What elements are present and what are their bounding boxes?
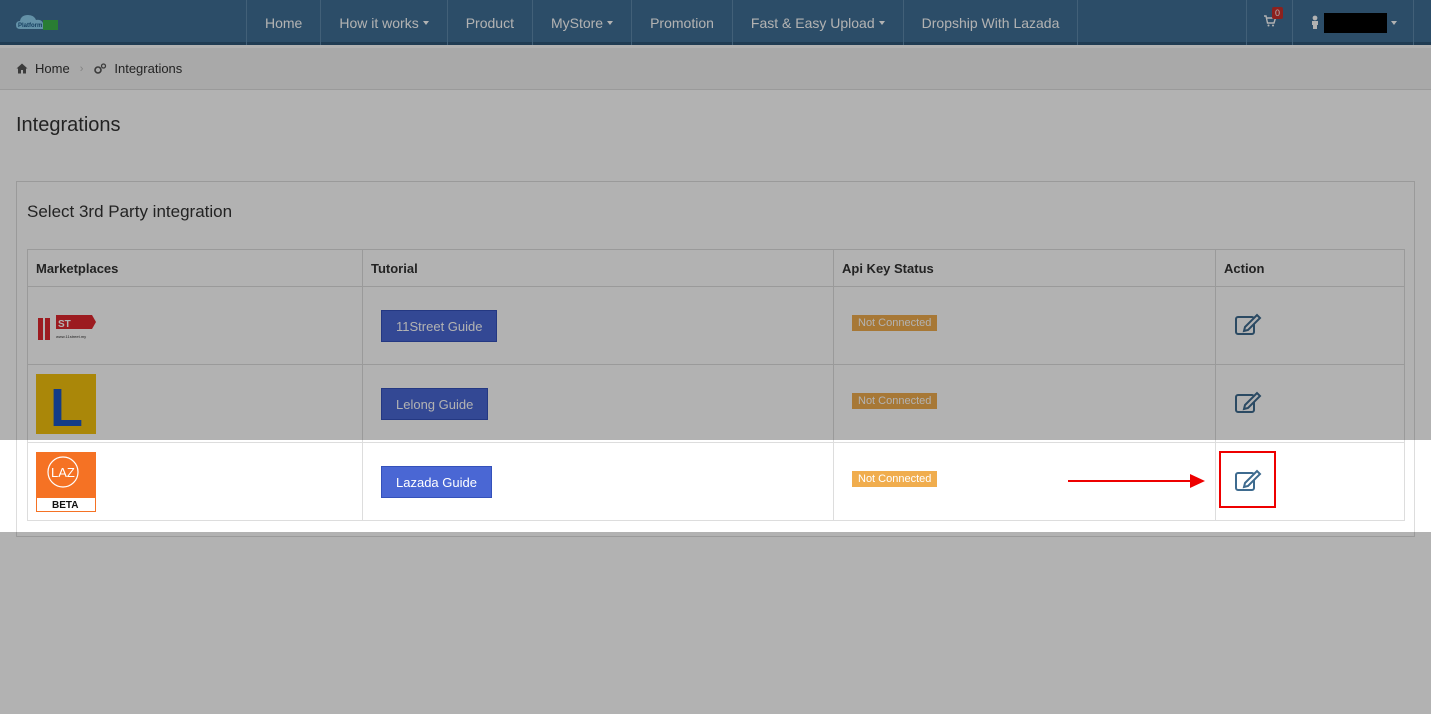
- lazada-logo-icon: LAZ BETA: [36, 451, 96, 512]
- breadcrumb: Home › Integrations: [0, 48, 1431, 90]
- nav-item-label: How it works: [339, 14, 419, 31]
- lelong-guide-button[interactable]: Lelong Guide: [381, 387, 489, 420]
- nav-item-label: Home: [265, 14, 303, 31]
- annotation-arrow-head-icon: [1190, 474, 1205, 488]
- cart-button[interactable]: 0: [1246, 0, 1293, 45]
- header-action: Action: [1215, 249, 1405, 287]
- nav-item-promotion[interactable]: Promotion: [631, 0, 732, 45]
- site-logo-icon[interactable]: Platform: [14, 11, 60, 35]
- top-navbar: Platform Home How it works Product MyStore P…: [0, 0, 1431, 45]
- status-cell: Not Connected: [833, 364, 1216, 443]
- lelong-logo-text: L: [50, 378, 83, 434]
- table-row-11street: ST www.11street.my 11Street Guide Not Co…: [27, 286, 1405, 365]
- marketplace-cell: LAZ BETA: [27, 442, 363, 521]
- chevron-down-icon: [878, 20, 885, 25]
- action-cell: [1215, 286, 1405, 365]
- edit-icon[interactable]: [1234, 390, 1262, 414]
- breadcrumb-home-link[interactable]: Home: [35, 61, 70, 76]
- annotation-highlight-box: [1219, 451, 1276, 508]
- panel-title: Select 3rd Party integration: [27, 202, 233, 221]
- chevron-down-icon: [422, 20, 429, 25]
- lazada-beta-label: BETA: [52, 500, 78, 511]
- svg-text:Platform: Platform: [18, 23, 42, 29]
- table-row-lelong: L Lelong Guide Not Connected: [27, 364, 1405, 443]
- nav-item-product[interactable]: Product: [446, 0, 532, 45]
- tutorial-cell: Lelong Guide: [362, 364, 834, 443]
- gears-icon: [94, 62, 107, 74]
- nav-item-label: Promotion: [650, 14, 714, 31]
- chevron-down-icon: [607, 20, 614, 25]
- nav-menu: Home How it works Product MyStore Promotion F…: [246, 0, 1079, 45]
- dim-overlay-bottom: [0, 532, 1431, 714]
- breadcrumb-separator-icon: ›: [79, 62, 84, 75]
- nav-item-label: Product: [465, 14, 514, 31]
- marketplace-cell: L: [27, 364, 363, 443]
- edit-icon[interactable]: [1234, 312, 1262, 336]
- nav-item-label: Dropship With Lazada: [921, 14, 1060, 31]
- nav-item-dropship-with-lazada[interactable]: Dropship With Lazada: [902, 0, 1079, 45]
- header-marketplaces: Marketplaces: [27, 249, 363, 287]
- nav-item-home[interactable]: Home: [246, 0, 320, 45]
- tutorial-cell: 11Street Guide: [362, 286, 834, 365]
- tutorial-cell: Lazada Guide: [362, 442, 834, 521]
- home-icon: [16, 63, 28, 74]
- lelong-logo-icon: L: [36, 373, 96, 434]
- 11street-logo-url: www.11street.my: [56, 334, 86, 339]
- 11street-logo-icon: ST www.11street.my: [38, 314, 96, 340]
- status-cell: Not Connected: [833, 286, 1216, 365]
- chevron-down-icon: [1391, 21, 1397, 25]
- user-name: redacted: [1324, 13, 1387, 33]
- nav-item-label: MyStore: [550, 14, 604, 31]
- nav-item-label: Fast & Easy Upload: [750, 14, 875, 31]
- lazada-guide-button[interactable]: Lazada Guide: [381, 465, 492, 498]
- action-cell: [1215, 364, 1405, 443]
- integration-panel: Select 3rd Party integration Marketplace…: [16, 181, 1415, 537]
- header-tutorial: Tutorial: [362, 249, 834, 287]
- cart-count-badge: 0: [1272, 7, 1284, 19]
- header-api-status: Api Key Status: [833, 249, 1216, 287]
- page-title: Integrations: [16, 114, 121, 136]
- lazada-logo-text: LAZ: [51, 465, 75, 480]
- 11street-guide-button[interactable]: 11Street Guide: [381, 309, 498, 342]
- marketplace-cell: ST www.11street.my: [27, 286, 363, 365]
- nav-item-mystore[interactable]: MyStore: [531, 0, 631, 45]
- 11street-logo-text: ST: [58, 319, 71, 330]
- nav-item-how-it-works[interactable]: How it works: [320, 0, 446, 45]
- user-icon: [1312, 15, 1318, 29]
- api-status-badge: Not Connected: [852, 470, 938, 487]
- breadcrumb-current: Integrations: [114, 61, 183, 76]
- nav-item-fast-easy-upload[interactable]: Fast & Easy Upload: [731, 0, 903, 45]
- api-status-badge: Not Connected: [852, 392, 938, 409]
- user-menu-button[interactable]: redacted: [1293, 0, 1414, 45]
- api-status-badge: Not Connected: [852, 314, 938, 331]
- annotation-arrow: [1068, 480, 1190, 482]
- table-header-row: Marketplaces Tutorial Api Key Status Act…: [27, 249, 1405, 287]
